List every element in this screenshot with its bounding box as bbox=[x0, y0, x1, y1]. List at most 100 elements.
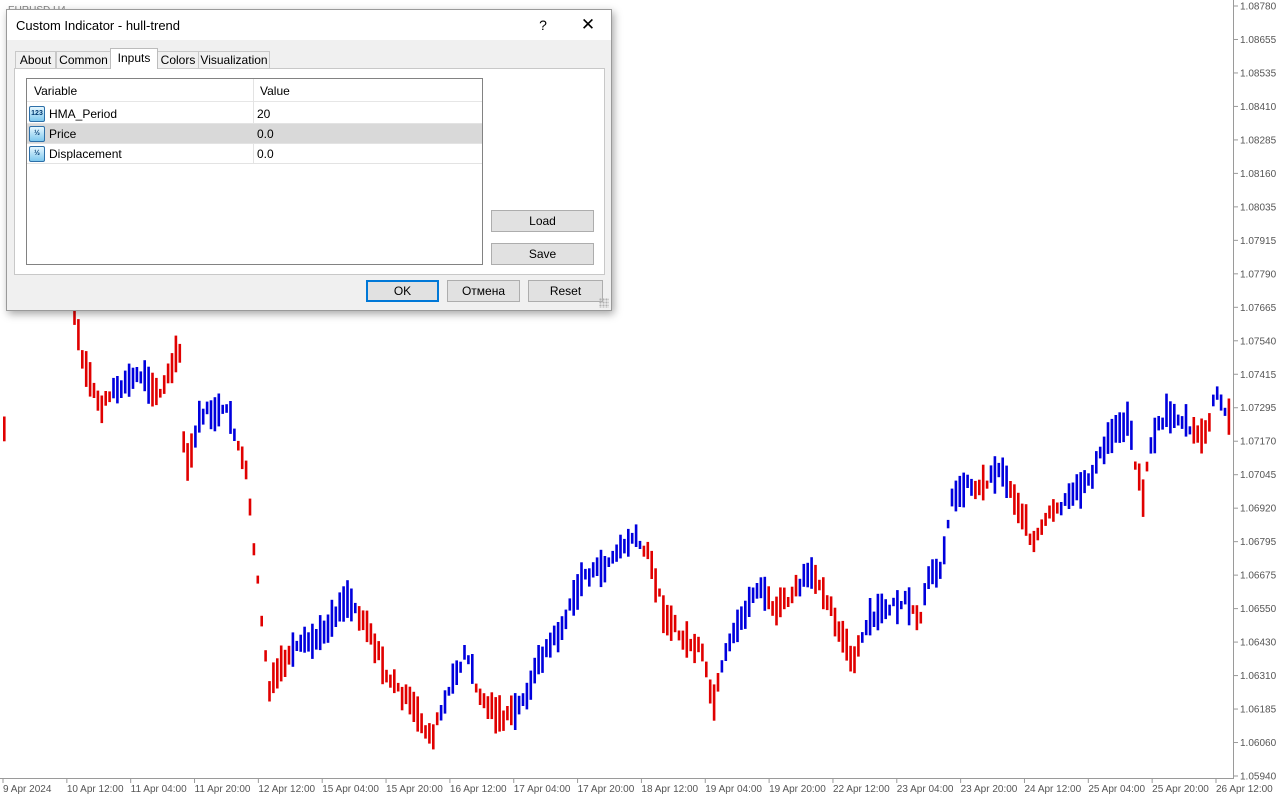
bear-bar bbox=[240, 446, 244, 470]
bull-bar bbox=[463, 645, 466, 660]
bear-bar bbox=[369, 623, 373, 645]
bear-bar bbox=[279, 645, 283, 682]
input-value[interactable]: 0.0 bbox=[257, 127, 274, 141]
bull-bar bbox=[907, 587, 911, 626]
bear-bar bbox=[77, 319, 80, 351]
bull-bar bbox=[615, 544, 618, 562]
bull-bar bbox=[1005, 465, 1008, 498]
price-label: 1.06795 bbox=[1240, 537, 1277, 548]
save-button[interactable]: Save bbox=[491, 243, 594, 265]
bull-bar bbox=[868, 598, 872, 636]
price-label: 1.08035 bbox=[1240, 202, 1277, 213]
input-value[interactable]: 0.0 bbox=[257, 147, 274, 161]
bull-bar bbox=[205, 401, 209, 415]
bear-bar bbox=[494, 697, 497, 734]
bear-bar bbox=[412, 691, 416, 722]
bull-bar bbox=[447, 686, 451, 696]
bear-bar bbox=[669, 605, 673, 641]
bear-bar bbox=[287, 645, 291, 665]
bear-bar bbox=[268, 681, 271, 702]
bear-bar bbox=[978, 479, 981, 496]
bear-bar bbox=[237, 440, 240, 451]
price-label: 1.07915 bbox=[1240, 236, 1277, 247]
bull-bar bbox=[759, 577, 763, 599]
bear-bar bbox=[911, 605, 915, 614]
bear-bar bbox=[677, 630, 681, 641]
time-label: 26 Apr 12:00 bbox=[1216, 784, 1273, 795]
input-name: Price bbox=[49, 127, 77, 141]
bull-bar bbox=[439, 705, 443, 721]
time-label: 15 Apr 04:00 bbox=[322, 784, 379, 795]
reset-button[interactable]: Reset bbox=[528, 280, 603, 302]
bear-bar bbox=[779, 587, 782, 618]
input-row-price[interactable]: ½ Price 0.0 bbox=[27, 124, 482, 144]
bull-bar bbox=[966, 474, 969, 488]
bull-bar bbox=[549, 632, 552, 658]
bear-bar bbox=[705, 661, 708, 678]
input-row-displacement[interactable]: ½ Displacement 0.0 bbox=[27, 144, 482, 164]
price-label: 1.07170 bbox=[1240, 437, 1277, 448]
ok-button[interactable]: OK bbox=[366, 280, 439, 302]
bull-bar bbox=[724, 643, 728, 661]
bull-bar bbox=[564, 609, 568, 630]
bear-bar bbox=[151, 372, 154, 407]
grid-header: Variable Value bbox=[27, 79, 482, 102]
price-label: 1.07790 bbox=[1240, 269, 1277, 280]
bear-bar bbox=[974, 480, 977, 500]
price-label: 1.07295 bbox=[1240, 403, 1277, 414]
bull-bar bbox=[802, 563, 806, 587]
time-label: 15 Apr 20:00 bbox=[386, 784, 443, 795]
bull-bar bbox=[634, 524, 638, 547]
time-label: 22 Apr 12:00 bbox=[833, 784, 890, 795]
bear-bar bbox=[100, 395, 104, 424]
bull-bar bbox=[1118, 412, 1121, 443]
bull-bar bbox=[747, 586, 751, 617]
bear-bar bbox=[88, 362, 92, 397]
tab-common[interactable]: Common bbox=[56, 51, 111, 68]
time-label: 10 Apr 12:00 bbox=[67, 784, 124, 795]
bull-bar bbox=[755, 583, 759, 599]
resize-grip-icon[interactable] bbox=[599, 298, 609, 308]
price-label: 1.07415 bbox=[1240, 370, 1277, 381]
price-label: 1.06675 bbox=[1240, 571, 1277, 582]
bear-bar bbox=[853, 646, 856, 674]
time-label: 23 Apr 04:00 bbox=[897, 784, 954, 795]
help-button[interactable]: ? bbox=[529, 15, 557, 35]
bear-bar bbox=[510, 695, 513, 726]
bear-bar bbox=[681, 630, 685, 650]
bull-bar bbox=[1063, 493, 1067, 506]
tab-about[interactable]: About bbox=[15, 51, 56, 68]
bull-bar bbox=[342, 586, 345, 622]
bull-bar bbox=[201, 408, 205, 425]
close-icon[interactable]: ✕ bbox=[573, 15, 603, 35]
bull-bar bbox=[900, 601, 903, 610]
input-value[interactable]: 20 bbox=[257, 107, 270, 121]
time-label: 25 Apr 20:00 bbox=[1152, 784, 1209, 795]
int-param-icon: 123 bbox=[29, 106, 45, 122]
bull-bar bbox=[513, 693, 517, 730]
load-button[interactable]: Load bbox=[491, 210, 594, 232]
bear-bar bbox=[833, 607, 837, 637]
bear-bar bbox=[416, 696, 419, 732]
cancel-button[interactable]: Отмена bbox=[447, 280, 520, 302]
bear-bar bbox=[1145, 461, 1149, 472]
bear-bar bbox=[1200, 418, 1203, 454]
bull-bar bbox=[950, 488, 954, 507]
bear-bar bbox=[276, 658, 279, 689]
bear-bar bbox=[1208, 413, 1211, 432]
bull-bar bbox=[763, 576, 767, 611]
bull-bar bbox=[1215, 386, 1219, 400]
bear-bar bbox=[1196, 425, 1199, 443]
bull-bar bbox=[993, 456, 997, 494]
time-label: 12 Apr 12:00 bbox=[258, 784, 315, 795]
bear-bar bbox=[400, 686, 404, 711]
bull-bar bbox=[1176, 414, 1180, 426]
tab-colors[interactable]: Colors bbox=[157, 51, 199, 68]
dialog-titlebar[interactable]: Custom Indicator - hull-trend ? ✕ bbox=[7, 10, 611, 40]
tab-inputs[interactable]: Inputs bbox=[110, 48, 158, 69]
input-row-hma-period[interactable]: 123 HMA_Period 20 bbox=[27, 104, 482, 124]
tab-visualization[interactable]: Visualization bbox=[198, 51, 270, 68]
bear-bar bbox=[919, 611, 923, 624]
time-label: 11 Apr 04:00 bbox=[131, 784, 187, 795]
price-label: 1.07665 bbox=[1240, 303, 1277, 314]
